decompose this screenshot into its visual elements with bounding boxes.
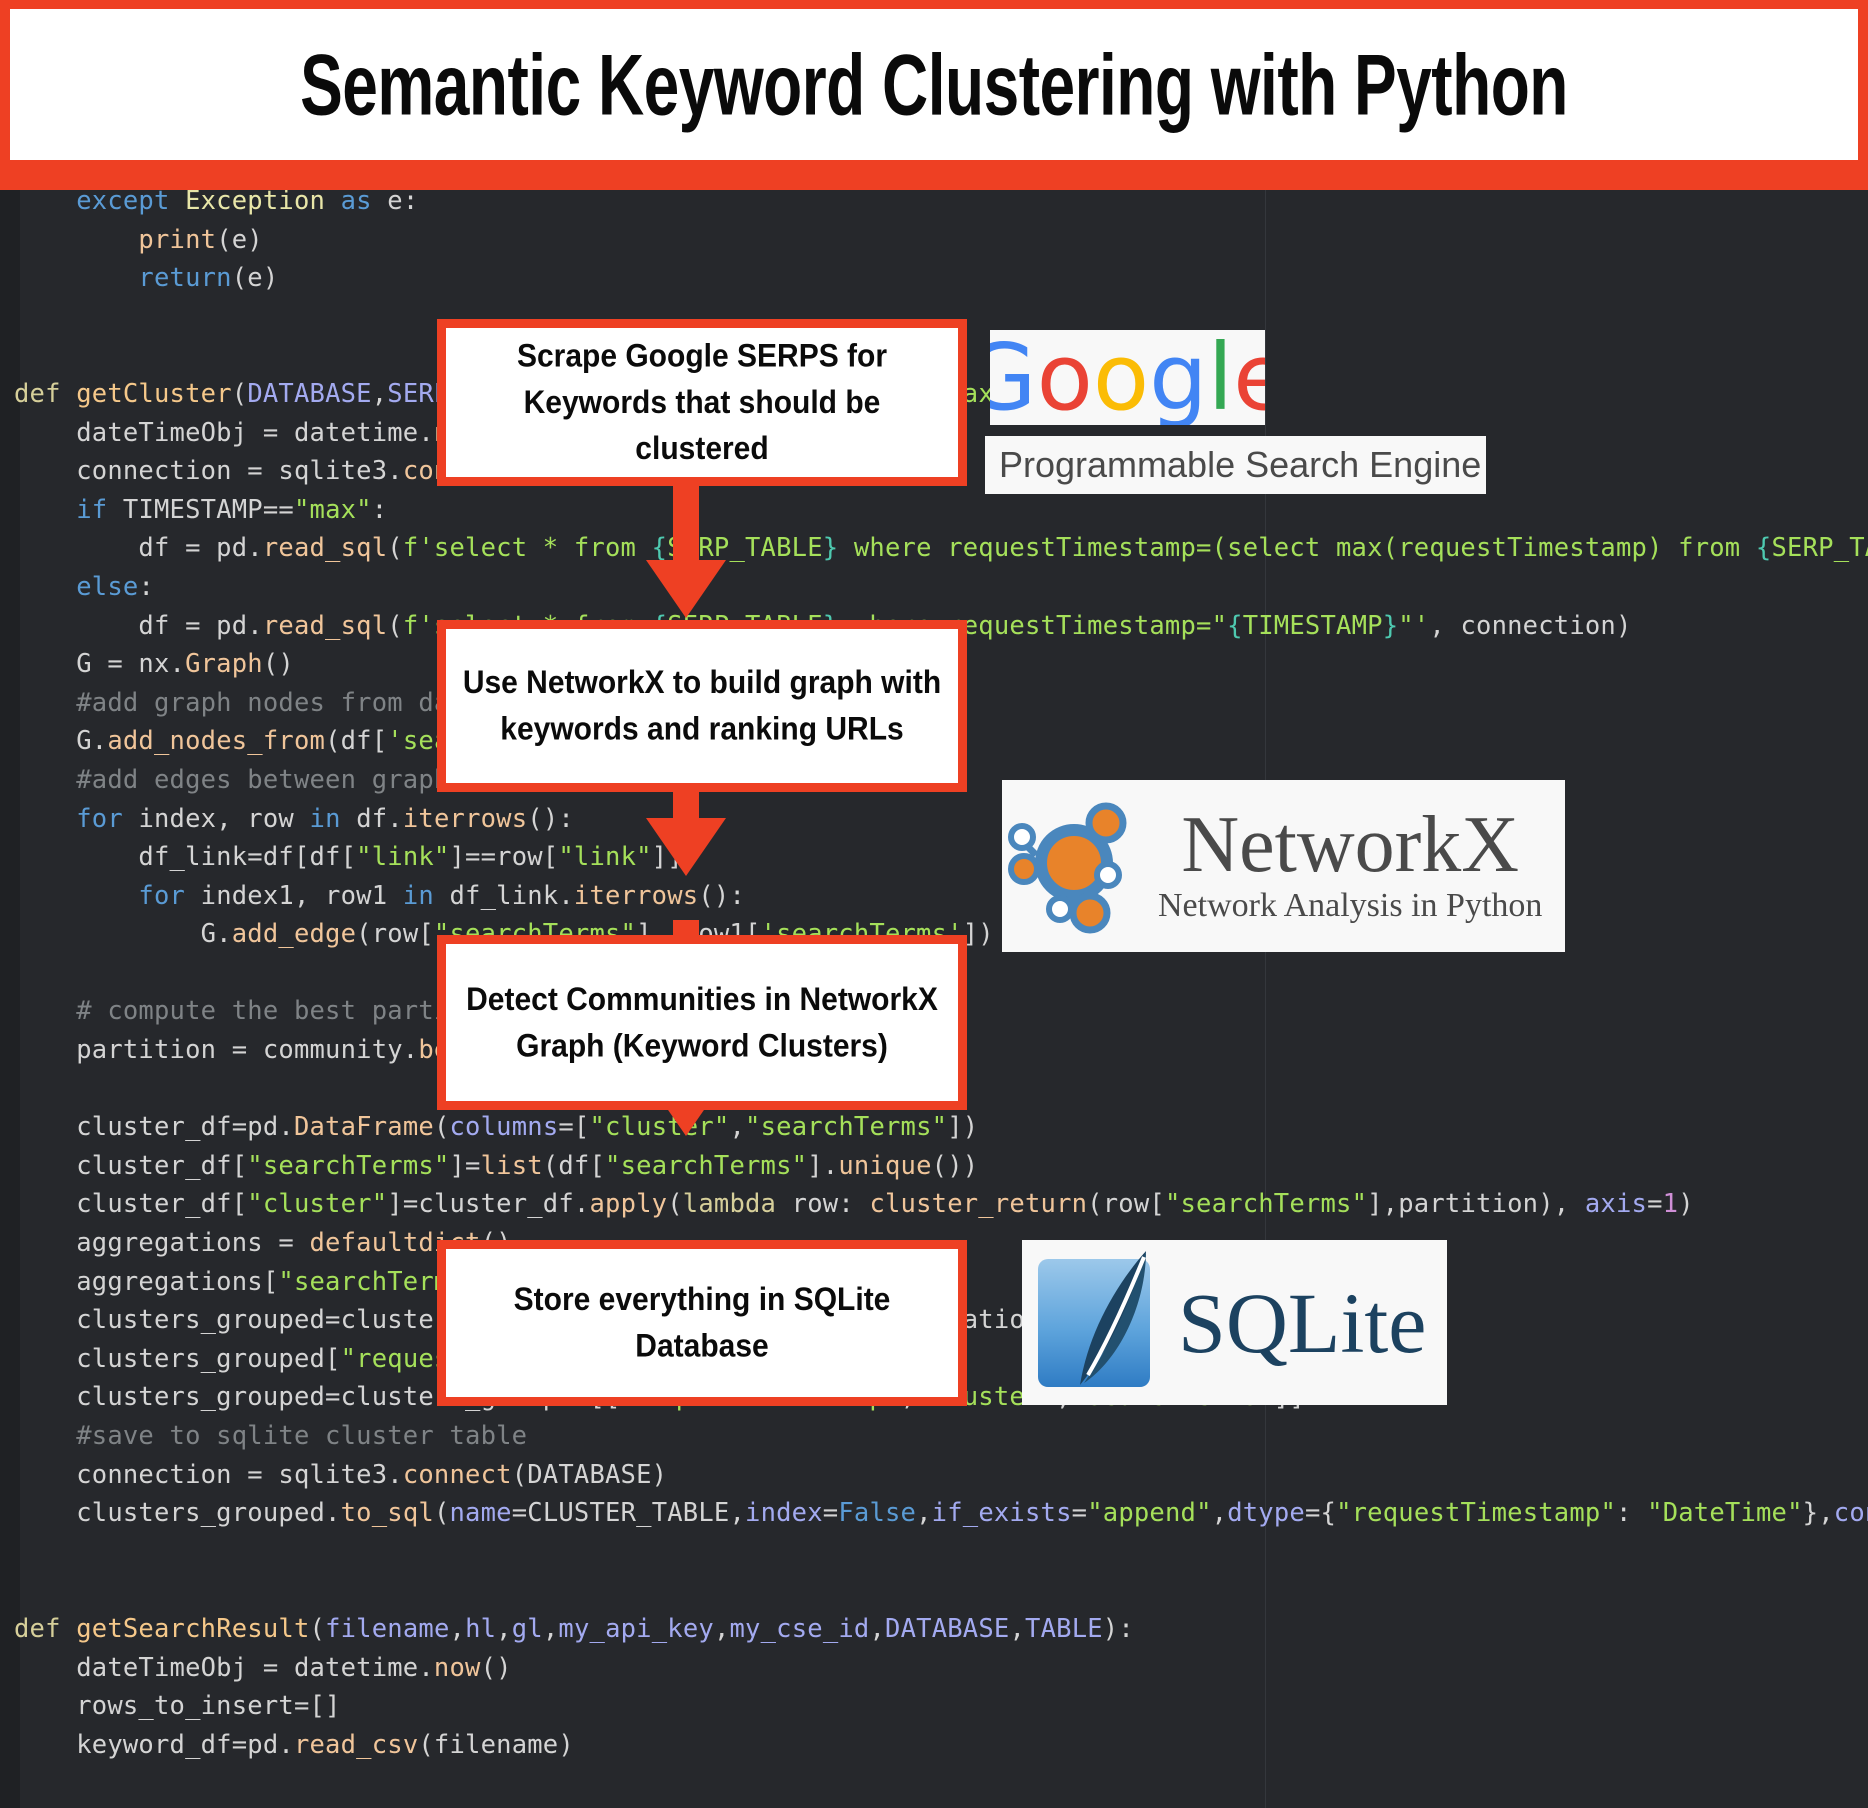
flow-step-label: Detect Communities in NetworkX Graph (Ke…	[466, 981, 938, 1064]
networkx-subtitle: Network Analysis in Python	[1158, 887, 1543, 924]
networkx-logo: NetworkX Network Analysis in Python	[1002, 780, 1565, 952]
flow-step-detect-communities[interactable]: Detect Communities in NetworkX Graph (Ke…	[437, 935, 967, 1110]
networkx-title: NetworkX	[1181, 801, 1520, 889]
flow-step-label: Use NetworkX to build graph with keyword…	[462, 664, 942, 748]
flow-step-scrape[interactable]: Scrape Google SERPS for Keywords that sh…	[437, 319, 967, 486]
flow-step-plate: Scrape Google SERPS for Keywords that sh…	[446, 328, 958, 477]
google-letter-o1: o	[1036, 330, 1093, 425]
page-title: Semantic Keyword Clustering with Python	[300, 35, 1568, 134]
arrow-head	[646, 818, 726, 876]
google-letter-g: G	[990, 330, 1037, 425]
title-banner: Semantic Keyword Clustering with Python	[0, 0, 1868, 190]
programmable-search-engine-caption: Programmable Search Engine	[985, 436, 1486, 494]
flow-step-label: Store everything in SQLite Database	[513, 1281, 891, 1365]
pse-caption-text: Programmable Search Engine	[999, 444, 1482, 485]
networkx-wordmark: NetworkX Network Analysis in Python	[1158, 805, 1542, 927]
google-letter-o2: o	[1092, 330, 1150, 425]
google-letter-e: e	[1233, 330, 1265, 425]
flow-step-plate: Use NetworkX to build graph with keyword…	[446, 629, 958, 783]
networkx-graph-icon	[1008, 802, 1127, 934]
google-letter-g2: g	[1149, 330, 1208, 425]
flow-step-plate: Detect Communities in NetworkX Graph (Ke…	[446, 944, 958, 1101]
google-letter-l: l	[1207, 330, 1234, 425]
flow-step-label: Scrape Google SERPS for Keywords that sh…	[516, 338, 888, 467]
flow-step-plate: Store everything in SQLite Database	[446, 1249, 958, 1397]
sqlite-logo: SQLite	[1022, 1240, 1447, 1405]
sqlite-wordmark: SQLite	[1178, 1274, 1427, 1371]
title-plate: Semantic Keyword Clustering with Python	[10, 9, 1858, 160]
flow-step-build-graph[interactable]: Use NetworkX to build graph with keyword…	[437, 620, 967, 792]
google-logo: Google	[990, 330, 1265, 425]
arrow-head	[646, 560, 726, 618]
flow-step-store-sqlite[interactable]: Store everything in SQLite Database	[437, 1240, 967, 1406]
